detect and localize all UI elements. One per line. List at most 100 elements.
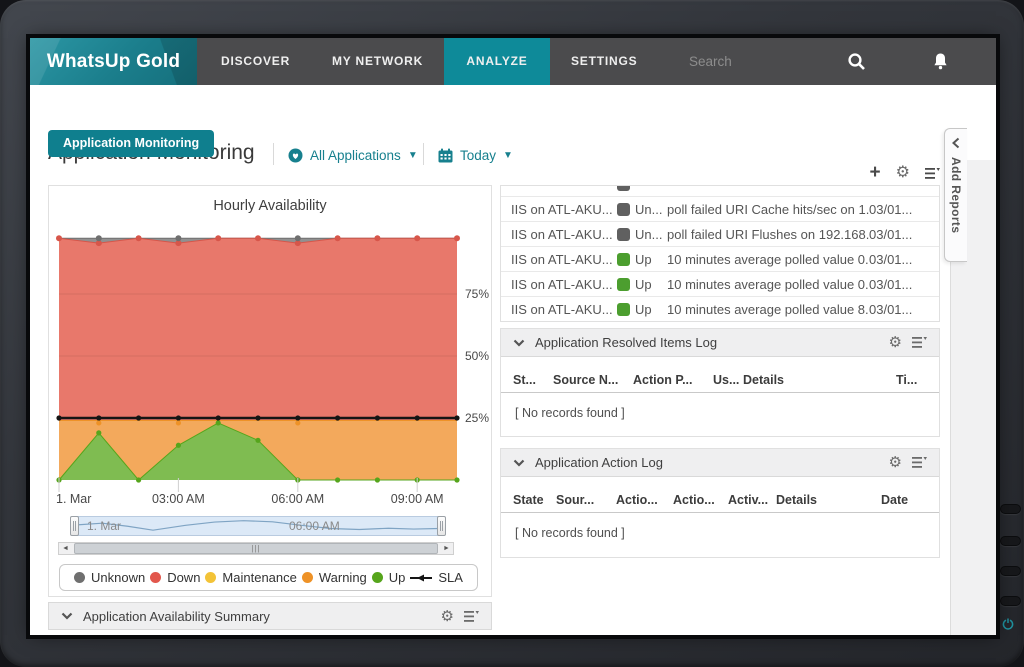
add-reports-label: Add Reports — [949, 157, 963, 233]
brand-logo[interactable]: WhatsUp Gold — [30, 38, 197, 85]
chevron-left-icon — [951, 137, 961, 149]
menu-icon[interactable] — [925, 167, 940, 180]
power-icon — [1002, 618, 1014, 630]
chevron-down-icon[interactable] — [61, 612, 73, 620]
navigator-right-handle[interactable] — [437, 516, 446, 536]
legend-item-up[interactable]: Up — [372, 570, 406, 585]
nav-item-my-network[interactable]: MY NETWORK — [332, 38, 423, 85]
legend-item-maintenance[interactable]: Maintenance — [205, 570, 296, 585]
chart-horizontal-scrollbar[interactable]: ◄ ||| ► — [58, 542, 454, 555]
svg-text:1. Mar: 1. Mar — [56, 492, 91, 506]
application-action-log-panel: Application Action Log ⚙ State Sour... A… — [500, 448, 940, 558]
warning-dot-icon — [302, 572, 313, 583]
maintenance-dot-icon — [205, 572, 216, 583]
nav-item-settings[interactable]: SETTINGS — [571, 38, 637, 85]
tab-application-monitoring[interactable]: Application Monitoring — [48, 130, 214, 157]
svg-text:50%: 50% — [465, 349, 489, 363]
date-filter-value: Today — [460, 148, 496, 163]
section-title: Application Availability Summary — [83, 609, 431, 624]
section-title: Application Action Log — [535, 455, 879, 470]
resolved-log-header[interactable]: Application Resolved Items Log ⚙ — [501, 329, 939, 357]
header-divider — [273, 143, 274, 165]
scrollbar-thumb[interactable]: ||| — [74, 543, 438, 554]
state-log-row[interactable]: IIS on ATL-AKU... Up 10 minutes average … — [501, 297, 939, 322]
hourly-availability-chart: 1. Mar 03:00 AM 06:00 AM 09:00 AM 25% 50% 75% — [49, 218, 491, 515]
resolved-log-columns: St... Source N... Action P... Us... Deta… — [501, 367, 939, 393]
chart-legend: Unknown Down Maintenance Warning Up — [59, 564, 478, 591]
nav-item-discover[interactable]: DISCOVER — [221, 38, 290, 85]
state-log-row[interactable]: IIS on ATL-AKU... Un... poll failed URI … — [501, 222, 939, 247]
notifications-bell-icon[interactable] — [933, 52, 948, 71]
application-availability-summary-header[interactable]: Application Availability Summary ⚙ — [48, 602, 492, 630]
svg-text:75%: 75% — [465, 287, 489, 301]
up-dot-icon — [372, 572, 383, 583]
menu-icon[interactable] — [912, 456, 927, 469]
chart-title: Hourly Availability — [49, 198, 491, 214]
sla-line-icon — [410, 573, 432, 583]
gear-icon[interactable]: ⚙ — [889, 455, 902, 470]
application-state-log-panel: IIS on ATL-AKU... Un... poll failed URI … — [500, 185, 940, 322]
action-log-header[interactable]: Application Action Log ⚙ — [501, 449, 939, 477]
status-badge — [617, 185, 630, 191]
gear-icon[interactable]: ⚙ — [896, 165, 910, 181]
chart-range-navigator[interactable]: 1. Mar 06:00 AM — [70, 516, 446, 536]
top-navigation: WhatsUp Gold DISCOVER MY NETWORK ANALYZE… — [30, 38, 996, 85]
navigator-left-handle[interactable] — [70, 516, 79, 536]
status-badge — [617, 203, 630, 216]
state-log-row[interactable]: IIS on ATL-AKU... Up 10 minutes average … — [501, 272, 939, 297]
scroll-left-icon[interactable]: ◄ — [59, 543, 72, 554]
navigator-trend-line — [77, 517, 439, 535]
svg-text:03:00 AM: 03:00 AM — [152, 492, 205, 506]
gear-icon[interactable]: ⚙ — [889, 335, 902, 350]
date-filter-dropdown[interactable]: Today ▼ — [438, 145, 513, 165]
action-log-columns: State Sour... Actio... Actio... Activ...… — [501, 487, 939, 513]
legend-item-sla[interactable]: SLA — [410, 570, 463, 585]
state-log-row[interactable]: IIS on ATL-AKU... Up 10 minutes average … — [501, 247, 939, 272]
monitor-button-3 — [1000, 566, 1021, 576]
no-records-text: [ No records found ] — [501, 513, 939, 553]
monitor-button-4 — [1000, 596, 1021, 606]
screen: WhatsUp Gold DISCOVER MY NETWORK ANALYZE… — [30, 38, 996, 635]
hourly-availability-panel: Hourly Availability 1. Mar 03:00 AM 06:00 … — [48, 185, 492, 597]
svg-text:09:00 AM: 09:00 AM — [391, 492, 444, 506]
navigator-strip[interactable]: 1. Mar 06:00 AM — [76, 516, 440, 536]
search-input[interactable]: Search — [689, 38, 732, 85]
application-filter-value: All Applications — [310, 148, 401, 163]
header-divider — [423, 143, 424, 165]
navigator-left-label: 1. Mar — [87, 519, 121, 533]
application-resolved-items-log-panel: Application Resolved Items Log ⚙ St... S… — [500, 328, 940, 437]
applications-globe-icon — [288, 148, 303, 163]
chevron-down-icon: ▼ — [503, 150, 513, 161]
search-icon[interactable] — [847, 52, 866, 71]
legend-item-unknown[interactable]: Unknown — [74, 570, 145, 585]
chevron-down-icon: ▼ — [408, 150, 418, 161]
status-badge — [617, 278, 630, 291]
status-badge — [617, 253, 630, 266]
svg-text:06:00 AM: 06:00 AM — [271, 492, 324, 506]
chevron-down-icon[interactable] — [513, 339, 525, 347]
nav-item-analyze[interactable]: ANALYZE — [444, 38, 550, 85]
monitor-button-2 — [1000, 536, 1021, 546]
legend-item-warning[interactable]: Warning — [302, 570, 367, 585]
status-badge — [617, 228, 630, 241]
calendar-icon — [438, 148, 453, 163]
scroll-right-icon[interactable]: ► — [440, 543, 453, 554]
navigator-center-label: 06:00 AM — [289, 519, 340, 533]
menu-icon[interactable] — [912, 336, 927, 349]
state-log-row[interactable] — [501, 185, 939, 197]
status-badge — [617, 303, 630, 316]
gear-icon[interactable]: ⚙ — [441, 609, 454, 624]
add-reports-tab[interactable]: Add Reports — [944, 128, 967, 262]
svg-text:25%: 25% — [465, 411, 489, 425]
state-log-row[interactable]: IIS on ATL-AKU... Un... poll failed URI … — [501, 197, 939, 222]
add-icon[interactable]: + — [870, 163, 881, 183]
legend-item-down[interactable]: Down — [150, 570, 200, 585]
monitor-button-1 — [1000, 504, 1021, 514]
section-title: Application Resolved Items Log — [535, 335, 879, 350]
application-filter-dropdown[interactable]: All Applications ▼ — [288, 145, 418, 165]
chevron-down-icon[interactable] — [513, 459, 525, 467]
state-log-rows: IIS on ATL-AKU... Un... poll failed URI … — [501, 185, 939, 322]
down-dot-icon — [150, 572, 161, 583]
menu-icon[interactable] — [464, 610, 479, 623]
dashboard-toolbar: + ⚙ — [856, 162, 940, 184]
